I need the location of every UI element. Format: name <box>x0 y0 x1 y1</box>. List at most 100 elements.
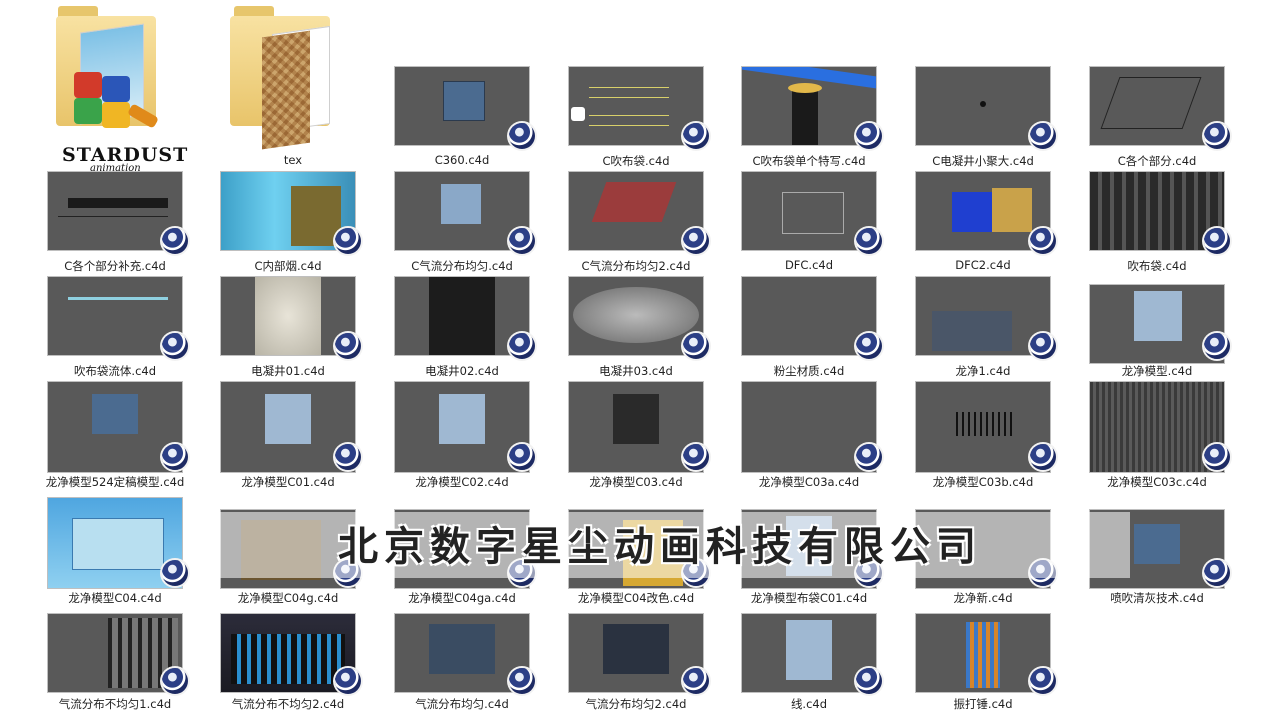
file-item[interactable]: 龙净模型C03a.c4d <box>742 382 892 490</box>
file-label: 龙净模型C04.c4d <box>68 591 162 605</box>
file-item[interactable]: 龙净模型524定稿模型.c4d <box>46 382 198 490</box>
cinema4d-icon <box>856 228 882 254</box>
file-label: 气流分布均匀2.c4d <box>585 697 687 711</box>
cinema4d-icon <box>856 668 882 694</box>
cinema4d-icon <box>1030 228 1056 254</box>
cinema4d-icon <box>1030 333 1056 359</box>
file-thumbnail <box>1090 285 1224 363</box>
file-label: 龙净模型524定稿模型.c4d <box>45 475 185 489</box>
cinema4d-icon <box>1204 123 1230 149</box>
file-item[interactable]: 吹布袋流体.c4d <box>48 277 198 385</box>
cinema4d-icon <box>683 444 709 470</box>
file-item[interactable]: C吹布袋单个特写.c4d <box>742 67 892 175</box>
file-item[interactable]: 粉尘材质.c4d <box>742 277 892 385</box>
file-label: 龙净模型C04g.c4d <box>237 591 339 605</box>
file-label: 粉尘材质.c4d <box>773 364 845 378</box>
watermark-text: 北京数字星尘动画科技有限公司 <box>338 523 982 570</box>
file-label: 龙净模型布袋C01.c4d <box>750 591 868 605</box>
file-label: 电凝井01.c4d <box>251 364 325 378</box>
cinema4d-icon <box>509 228 535 254</box>
cinema4d-icon <box>1030 123 1056 149</box>
file-label: 线.c4d <box>790 697 828 711</box>
file-item[interactable]: C气流分布均匀2.c4d <box>569 172 719 280</box>
file-item[interactable]: 龙净模型C02.c4d <box>395 382 545 490</box>
file-item[interactable]: DFC.c4d <box>742 172 892 280</box>
file-label: C电凝井小聚大.c4d <box>932 154 1034 168</box>
cinema4d-icon <box>162 333 188 359</box>
file-item[interactable]: C吹布袋.c4d <box>569 67 719 175</box>
file-label: 龙净新.c4d <box>953 591 1013 605</box>
file-item[interactable]: 气流分布不均匀2.c4d <box>221 614 371 722</box>
file-item[interactable]: 电凝井03.c4d <box>569 277 719 385</box>
file-label: 龙净模型C02.c4d <box>415 475 509 489</box>
file-item[interactable]: C360.c4d <box>395 67 545 175</box>
file-item[interactable]: C电凝井小聚大.c4d <box>916 67 1066 175</box>
cinema4d-icon <box>509 333 535 359</box>
cinema4d-icon <box>162 560 188 586</box>
folder-tex[interactable]: tex <box>228 6 353 176</box>
file-item[interactable]: 龙净模型C04.c4d <box>48 498 198 606</box>
file-item[interactable]: 龙净模型C01.c4d <box>221 382 371 490</box>
file-item[interactable]: 振打锤.c4d <box>916 614 1066 722</box>
file-label: C各个部分.c4d <box>1117 154 1197 168</box>
cinema4d-icon <box>509 444 535 470</box>
folder-label: tex <box>283 153 303 167</box>
file-item[interactable]: 线.c4d <box>742 614 892 722</box>
file-item[interactable]: 龙净模型C03b.c4d <box>916 382 1066 490</box>
file-item[interactable]: C内部烟.c4d <box>221 172 371 280</box>
file-label: 龙净模型.c4d <box>1121 364 1193 378</box>
file-item[interactable]: 龙净1.c4d <box>916 277 1066 385</box>
file-label: 龙净模型C01.c4d <box>241 475 335 489</box>
file-item[interactable]: C各个部分补充.c4d <box>48 172 198 280</box>
file-item[interactable]: 吹布袋.c4d <box>1090 172 1240 280</box>
file-label: C气流分布均匀.c4d <box>411 259 513 273</box>
cinema4d-icon <box>335 444 361 470</box>
file-label: 龙净模型C04ga.c4d <box>408 591 516 605</box>
folder-stardust[interactable]: STARDUST animation <box>50 6 187 176</box>
folder-texture-preview <box>262 30 310 150</box>
file-label: 龙净1.c4d <box>955 364 1011 378</box>
file-label: 电凝井03.c4d <box>599 364 673 378</box>
file-item[interactable]: 气流分布均匀2.c4d <box>569 614 719 722</box>
file-item[interactable]: DFC2.c4d <box>916 172 1066 280</box>
cinema4d-icon <box>1204 444 1230 470</box>
cinema4d-icon <box>1204 560 1230 586</box>
file-label: C气流分布均匀2.c4d <box>581 259 691 273</box>
file-label: 气流分布不均匀1.c4d <box>58 697 172 711</box>
file-label: C360.c4d <box>434 153 490 167</box>
cinema4d-icon <box>335 668 361 694</box>
file-label: 龙净模型C03a.c4d <box>758 475 860 489</box>
file-item[interactable]: 龙净模型C03c.c4d <box>1090 382 1240 490</box>
cinema4d-icon <box>162 668 188 694</box>
file-item[interactable]: 龙净模型C03.c4d <box>569 382 719 490</box>
cinema4d-icon <box>683 228 709 254</box>
file-explorer-view: STARDUST animation tex C360.c4d C吹布袋.c4d <box>0 0 1280 720</box>
file-item[interactable]: 电凝井01.c4d <box>221 277 371 385</box>
file-item[interactable]: 气流分布不均匀1.c4d <box>48 614 198 722</box>
file-item[interactable]: C各个部分.c4d <box>1090 67 1240 175</box>
cinema4d-icon <box>1204 228 1230 254</box>
cinema4d-icon <box>509 123 535 149</box>
cinema4d-icon <box>335 228 361 254</box>
file-label: C吹布袋单个特写.c4d <box>752 154 866 168</box>
file-item[interactable]: 气流分布均匀.c4d <box>395 614 545 722</box>
logo-puzzle-blue <box>102 76 130 102</box>
logo-puzzle-green <box>74 98 102 124</box>
cinema4d-icon <box>1030 668 1056 694</box>
file-label: DFC.c4d <box>784 258 834 272</box>
file-label: C吹布袋.c4d <box>602 154 670 168</box>
file-label: 气流分布均匀.c4d <box>415 697 509 711</box>
cinema4d-icon <box>335 333 361 359</box>
cinema4d-icon <box>856 444 882 470</box>
file-label: 龙净模型C03b.c4d <box>932 475 1034 489</box>
file-label: 电凝井02.c4d <box>425 364 499 378</box>
file-item[interactable]: 电凝井02.c4d <box>395 277 545 385</box>
cinema4d-icon <box>683 123 709 149</box>
file-item[interactable]: 龙净模型.c4d <box>1090 285 1240 393</box>
cinema4d-icon <box>1030 444 1056 470</box>
file-label: 气流分布不均匀2.c4d <box>231 697 345 711</box>
file-label: 龙净模型C03c.c4d <box>1107 475 1207 489</box>
file-item[interactable]: C气流分布均匀.c4d <box>395 172 545 280</box>
cinema4d-icon <box>856 123 882 149</box>
file-label: C各个部分补充.c4d <box>64 259 166 273</box>
